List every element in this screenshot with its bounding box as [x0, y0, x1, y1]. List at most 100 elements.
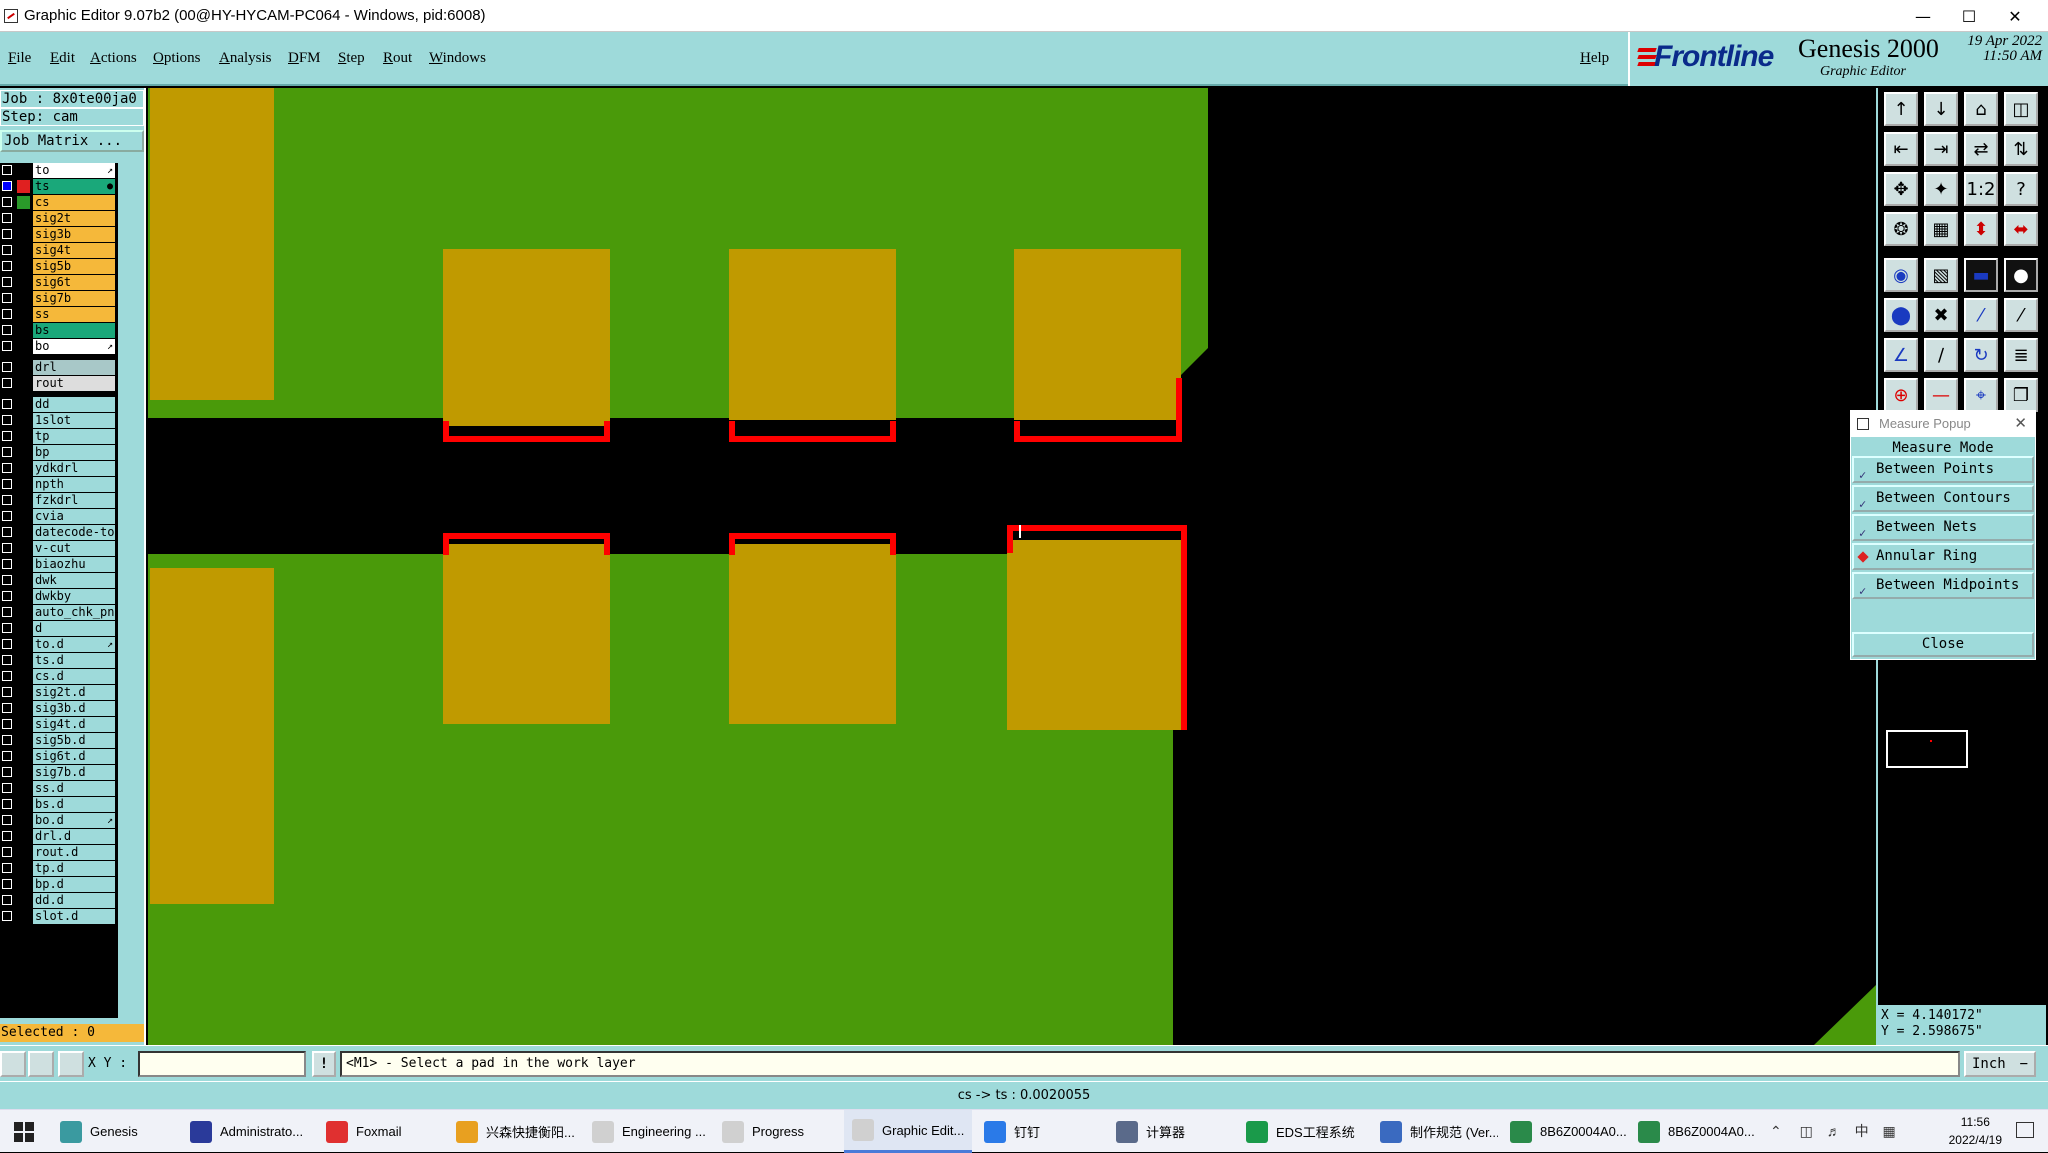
snap-icon[interactable]: [0, 1051, 26, 1077]
taskbar-item[interactable]: Progress: [714, 1110, 840, 1153]
draw-icon[interactable]: [28, 1051, 54, 1077]
layer-row[interactable]: ts.d: [0, 653, 118, 668]
layer-name[interactable]: drl.d: [33, 829, 115, 844]
layer-name[interactable]: auto_chk_pn: [33, 605, 115, 620]
menu-step[interactable]: Step: [338, 50, 365, 67]
layer-name[interactable]: sig4t.d: [33, 717, 115, 732]
delete-icon[interactable]: ✖: [1924, 298, 1958, 332]
layer-row[interactable]: sig3b.d: [0, 701, 118, 716]
taskbar-item[interactable]: Genesis: [52, 1110, 174, 1153]
mode-between-points[interactable]: ✓ Between Points: [1852, 456, 2034, 483]
layer-name[interactable]: bo.d ↗: [33, 813, 115, 828]
layer-checkbox[interactable]: [2, 847, 12, 857]
window-icon[interactable]: ◫: [2004, 92, 2038, 126]
layer-name[interactable]: bs.d: [33, 797, 115, 812]
left-icon[interactable]: ⇤: [1884, 132, 1918, 166]
layer-name[interactable]: sig7b: [33, 291, 115, 306]
layer-row[interactable]: sig7b: [0, 291, 118, 306]
layer-row[interactable]: bs.d: [0, 797, 118, 812]
layer-row[interactable]: to ↗: [0, 163, 118, 178]
layer-row[interactable]: fzkdrl: [0, 493, 118, 508]
layer-name[interactable]: ss: [33, 307, 115, 322]
layer-checkbox[interactable]: [2, 639, 12, 649]
layer-checkbox[interactable]: [2, 783, 12, 793]
layer-name[interactable]: rout: [33, 376, 115, 391]
flip-icon[interactable]: ⇅: [2004, 132, 2038, 166]
layer-name[interactable]: 1slot: [33, 413, 115, 428]
pad-top-1[interactable]: [443, 249, 610, 435]
layer-name[interactable]: bo ↗: [33, 339, 115, 354]
layer-row[interactable]: slot.d: [0, 909, 118, 924]
layer-name[interactable]: bp.d: [33, 877, 115, 892]
taskbar-item[interactable]: Administrato...: [182, 1110, 314, 1153]
layer-row[interactable]: dd: [0, 397, 118, 412]
layer-checkbox[interactable]: [2, 607, 12, 617]
layer-name[interactable]: slot.d: [33, 909, 115, 924]
menu-actions[interactable]: Actions: [90, 50, 137, 67]
layer-row[interactable]: drl: [0, 360, 118, 375]
layer-row[interactable]: bp: [0, 445, 118, 460]
layer-row[interactable]: ydkdrl: [0, 461, 118, 476]
layer-row[interactable]: rout.d: [0, 845, 118, 860]
swap-icon[interactable]: ⇄: [1964, 132, 1998, 166]
grid-icon[interactable]: ▦: [1924, 212, 1958, 246]
job-matrix-button[interactable]: Job Matrix ...: [0, 130, 144, 152]
pad-bottom-3[interactable]: [1007, 538, 1187, 730]
layer-name[interactable]: dwk: [33, 573, 115, 588]
layer-row[interactable]: cvia: [0, 509, 118, 524]
minimize-button[interactable]: —: [1900, 0, 1946, 32]
shape-icon[interactable]: ▧: [1924, 258, 1958, 292]
layer-name[interactable]: biaozhu: [33, 557, 115, 572]
layer-checkbox[interactable]: [2, 751, 12, 761]
layer-checkbox[interactable]: [2, 591, 12, 601]
layer-row[interactable]: sig5b: [0, 259, 118, 274]
layer-row[interactable]: ts ●: [0, 179, 118, 194]
menu-options[interactable]: Options: [153, 50, 201, 67]
layer-name[interactable]: cvia: [33, 509, 115, 524]
layer-row[interactable]: npth: [0, 477, 118, 492]
network-icon[interactable]: ◫: [1800, 1123, 1813, 1139]
layer-checkbox[interactable]: [2, 831, 12, 841]
measure-close-button[interactable]: Close: [1852, 632, 2034, 657]
layer-checkbox[interactable]: [2, 431, 12, 441]
layer-name[interactable]: sig4t: [33, 243, 115, 258]
menu-dfm[interactable]: DFM: [288, 50, 321, 67]
layer-checkbox[interactable]: [2, 687, 12, 697]
layer-checkbox[interactable]: [2, 895, 12, 905]
layer-name[interactable]: npth: [33, 477, 115, 492]
layer-checkbox[interactable]: [2, 277, 12, 287]
layer-row[interactable]: datecode-to: [0, 525, 118, 540]
overview-window[interactable]: [1886, 730, 1968, 768]
menu-edit[interactable]: Edit: [50, 50, 75, 67]
layer-row[interactable]: dd.d: [0, 893, 118, 908]
xy-input[interactable]: [138, 1051, 306, 1077]
layer-name[interactable]: ts.d: [33, 653, 115, 668]
layer-name[interactable]: ydkdrl: [33, 461, 115, 476]
layer-checkbox[interactable]: [2, 245, 12, 255]
angle-icon[interactable]: ∠: [1884, 338, 1918, 372]
taskbar-item[interactable]: Engineering ...: [584, 1110, 710, 1153]
grid-icon[interactable]: [58, 1051, 84, 1077]
layer-row[interactable]: sig2t.d: [0, 685, 118, 700]
layer-checkbox[interactable]: [2, 559, 12, 569]
graphic-canvas[interactable]: [148, 88, 1876, 1045]
pad-top-3[interactable]: [1014, 249, 1181, 435]
layer-checkbox[interactable]: [2, 719, 12, 729]
layer-name[interactable]: bs: [33, 323, 115, 338]
layer-checkbox[interactable]: [2, 703, 12, 713]
layer-checkbox[interactable]: [2, 543, 12, 553]
layer-name[interactable]: to ↗: [33, 163, 115, 178]
layer-name[interactable]: dd.d: [33, 893, 115, 908]
layer-name[interactable]: ss.d: [33, 781, 115, 796]
right-icon[interactable]: ⇥: [1924, 132, 1958, 166]
layer-row[interactable]: dwk: [0, 573, 118, 588]
layer-row[interactable]: d: [0, 621, 118, 636]
keyboard-icon[interactable]: ▦: [1883, 1123, 1896, 1139]
layer-row[interactable]: bo ↗: [0, 339, 118, 354]
layer-row[interactable]: sig6t: [0, 275, 118, 290]
layer-row[interactable]: sig3b: [0, 227, 118, 242]
layer-row[interactable]: sig5b.d: [0, 733, 118, 748]
layer-checkbox[interactable]: [2, 341, 12, 351]
layer-checkbox[interactable]: [2, 165, 12, 175]
layer-row[interactable]: rout: [0, 376, 118, 391]
